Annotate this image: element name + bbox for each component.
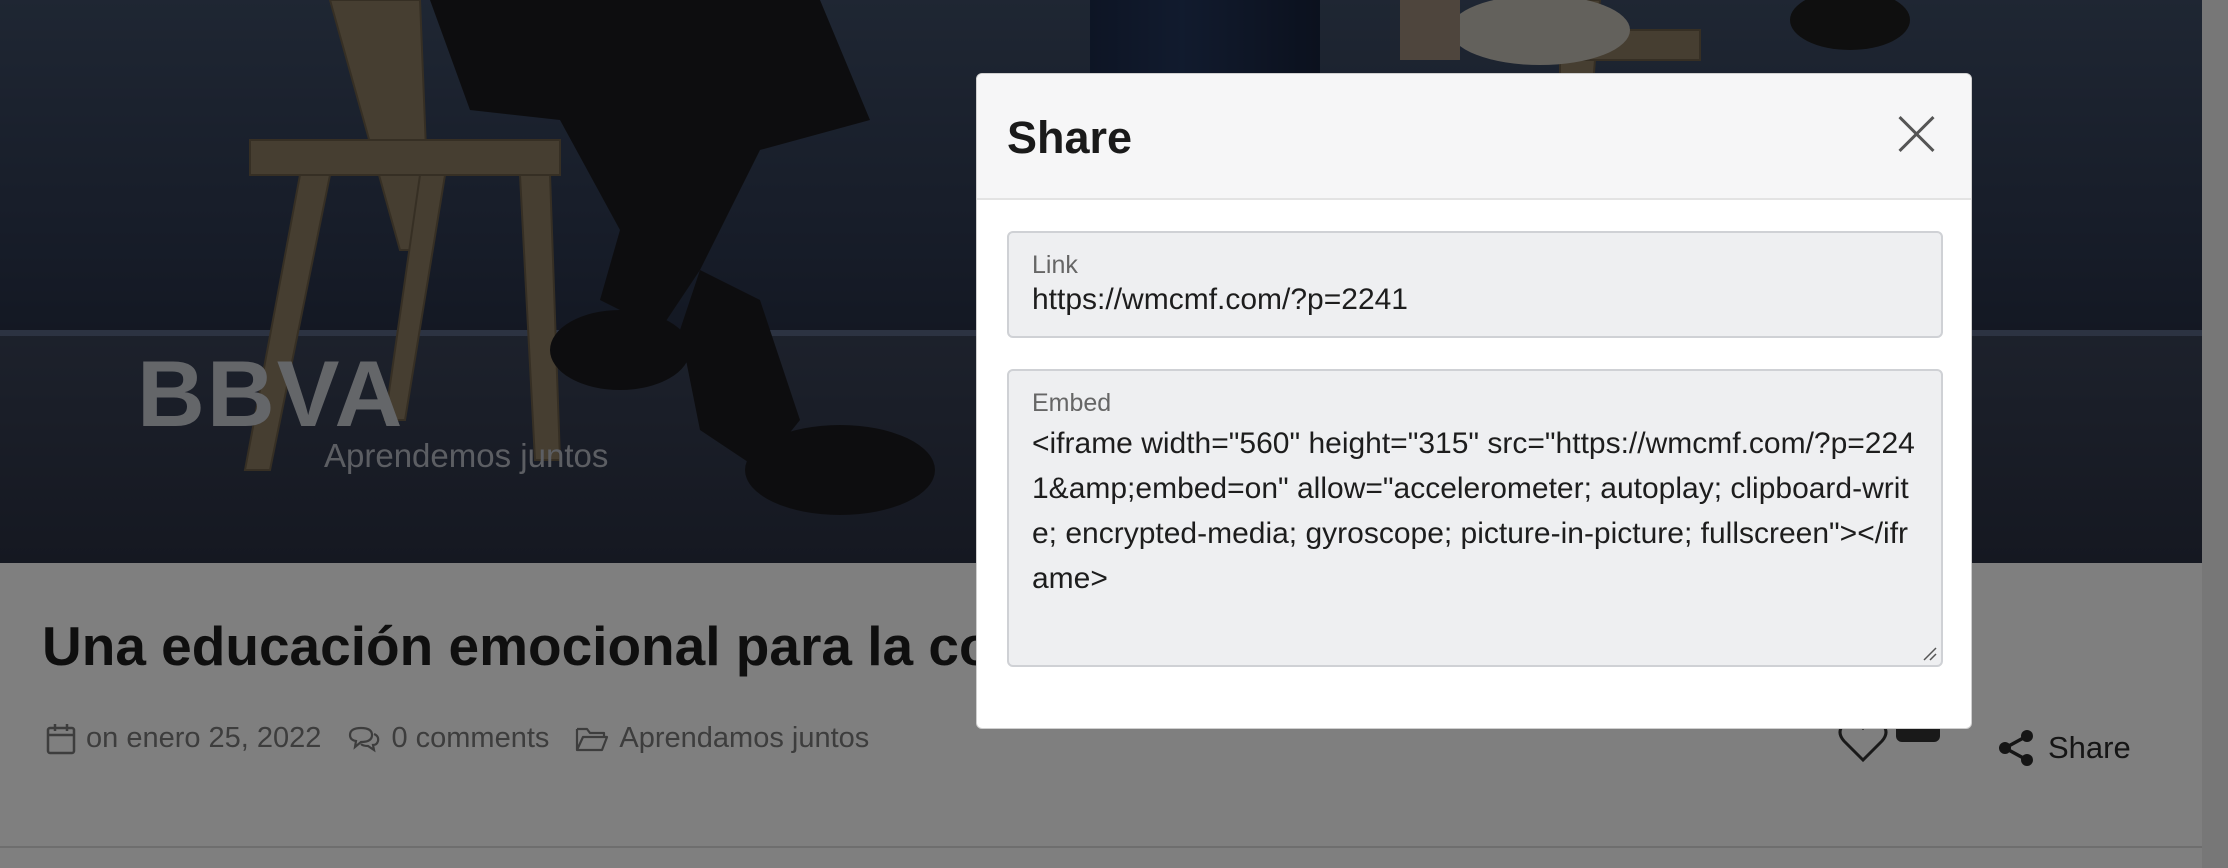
modal-title: Share xyxy=(1007,112,1133,163)
resize-handle-icon[interactable] xyxy=(1921,645,1937,661)
modal-header: Share xyxy=(977,74,1971,200)
link-field: Link xyxy=(1007,231,1943,338)
share-modal: Share Link Embed <iframe width="560" hei… xyxy=(976,73,1972,729)
embed-textarea[interactable]: <iframe width="560" height="315" src="ht… xyxy=(1032,421,1921,649)
embed-label: Embed xyxy=(1032,389,1112,417)
link-label: Link xyxy=(1032,251,1078,279)
close-icon[interactable] xyxy=(1897,114,1937,154)
link-input[interactable] xyxy=(1032,283,1921,317)
embed-field: Embed <iframe width="560" height="315" s… xyxy=(1007,369,1943,667)
